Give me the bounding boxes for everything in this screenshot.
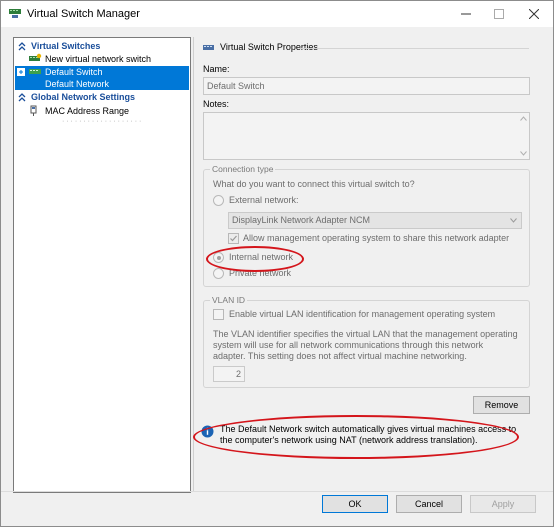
connection-type-title: Connection type <box>210 164 276 175</box>
header-divider <box>299 48 529 49</box>
switch-icon <box>29 69 41 74</box>
new-switch-label: New virtual network switch <box>45 54 152 64</box>
allow-mgmt-label: Allow management operating system to sha… <box>243 233 510 243</box>
internal-network-highlight <box>206 246 304 272</box>
virtual-switches-section-header[interactable]: Virtual Switches <box>15 40 189 52</box>
default-switch-subtitle: Default Network <box>45 79 110 89</box>
new-switch-icon <box>29 53 42 61</box>
ok-button[interactable]: OK <box>322 495 388 513</box>
close-icon <box>529 9 539 19</box>
default-switch-name: Default Switch <box>45 67 103 77</box>
external-network-label: External network: <box>229 195 299 205</box>
minimize-icon <box>461 13 471 15</box>
network-switch-icon <box>9 9 21 18</box>
allow-mgmt-checkbox[interactable] <box>228 233 239 244</box>
cancel-button[interactable]: Cancel <box>396 495 462 513</box>
connection-question: What do you want to connect this virtual… <box>213 179 415 189</box>
expand-toggle-icon[interactable] <box>17 68 25 76</box>
vlan-id-value: 2 <box>235 369 241 379</box>
window-title: Virtual Switch Manager <box>27 8 140 20</box>
enable-vlan-checkbox[interactable] <box>213 309 224 320</box>
network-adapter-select[interactable]: DisplayLink Network Adapter NCM <box>228 212 522 229</box>
close-button[interactable] <box>517 1 551 27</box>
chevron-down-icon <box>510 218 517 223</box>
minimize-button[interactable] <box>449 1 483 27</box>
sidebar-item-default-switch[interactable]: Default Switch Default Network <box>15 66 189 90</box>
scroll-up-icon[interactable] <box>520 116 527 121</box>
title-bar[interactable]: Virtual Switch Manager <box>1 1 553 27</box>
scroll-down-icon[interactable] <box>520 151 527 156</box>
global-network-settings-header[interactable]: Global Network Settings <box>15 91 189 103</box>
remove-button[interactable]: Remove <box>473 396 530 414</box>
mac-range-value: · · · · · · · · · · · · · · · · · · · <box>62 118 142 125</box>
switch-properties-icon <box>203 45 214 50</box>
notes-textarea[interactable] <box>203 112 530 160</box>
virtual-switch-manager-window: Virtual Switch Manager Virtual Switches <box>0 0 554 527</box>
checkmark-icon <box>230 235 237 242</box>
external-network-radio[interactable] <box>213 195 224 206</box>
maximize-icon <box>494 9 504 19</box>
switch-name-field[interactable]: Default Switch <box>203 77 530 95</box>
network-adapter-icon <box>30 105 37 116</box>
switch-name-value: Default Switch <box>207 81 265 91</box>
info-text-highlight <box>193 415 519 459</box>
vlan-description: The VLAN identifier specifies the virtua… <box>213 329 518 361</box>
section-header-label: Virtual Switches <box>31 41 101 51</box>
section-header-label: Global Network Settings <box>31 92 136 102</box>
name-label: Name: <box>203 64 230 74</box>
apply-button[interactable]: Apply <box>470 495 536 513</box>
properties-header: Virtual Switch Properties <box>220 42 318 52</box>
enable-vlan-label: Enable virtual LAN identification for ma… <box>229 309 496 319</box>
mac-address-range-item[interactable]: MAC Address Range · · · · · · · · · · · … <box>28 105 188 129</box>
new-virtual-switch-item[interactable]: New virtual network switch <box>28 53 188 65</box>
private-network-radio[interactable] <box>213 268 224 279</box>
maximize-button[interactable] <box>482 1 516 27</box>
vlan-id-group: VLAN ID Enable virtual LAN identificatio… <box>203 295 530 388</box>
notes-label: Notes: <box>203 99 230 109</box>
adapter-selected-value: DisplayLink Network Adapter NCM <box>232 215 371 225</box>
collapse-chevron-icon <box>18 93 26 102</box>
switch-tree-pane: Virtual Switches New virtual network swi… <box>13 37 191 493</box>
collapse-chevron-icon <box>18 42 26 51</box>
footer-divider <box>1 491 553 492</box>
notes-scrollbar[interactable] <box>518 113 529 159</box>
vlan-id-title: VLAN ID <box>210 295 248 306</box>
vlan-id-input[interactable]: 2 <box>213 366 245 382</box>
